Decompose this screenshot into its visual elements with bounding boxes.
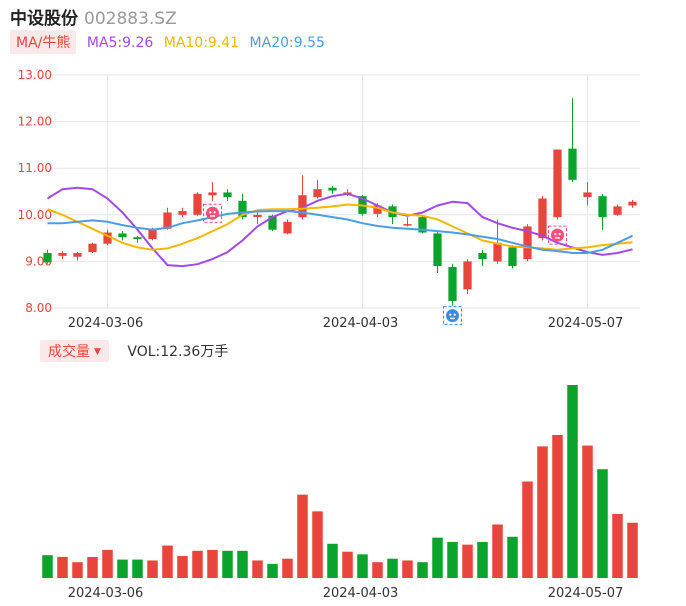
bull-face-icon bbox=[203, 203, 222, 223]
price-time-label: 2024-05-07 bbox=[548, 316, 624, 331]
volume-bar bbox=[342, 551, 353, 578]
volume-bar bbox=[417, 562, 428, 578]
bear-face-icon bbox=[443, 306, 462, 326]
volume-bar bbox=[477, 542, 488, 578]
volume-bar bbox=[627, 522, 638, 578]
volume-time-label: 2024-03-06 bbox=[68, 586, 144, 601]
volume-bar bbox=[282, 558, 293, 578]
candle-body bbox=[583, 192, 592, 198]
volume-bar bbox=[582, 445, 593, 578]
volume-bar bbox=[102, 549, 113, 578]
price-time-label: 2024-03-06 bbox=[68, 316, 144, 331]
volume-bar bbox=[402, 560, 413, 578]
price-tick-label: 13.00 bbox=[18, 68, 52, 82]
candle-body bbox=[463, 261, 472, 290]
volume-bar bbox=[327, 543, 338, 578]
candle-body bbox=[208, 192, 217, 196]
candle-body bbox=[133, 237, 142, 240]
candle-body bbox=[328, 187, 337, 191]
volume-bar bbox=[132, 559, 143, 578]
candle-body bbox=[553, 149, 562, 218]
volume-bar bbox=[87, 556, 98, 578]
candle-body bbox=[223, 192, 232, 198]
volume-bar bbox=[552, 435, 563, 578]
volume-bar bbox=[117, 559, 128, 578]
volume-bar bbox=[252, 560, 263, 578]
price-time-label: 2024-04-03 bbox=[323, 316, 399, 331]
volume-bar bbox=[312, 511, 323, 578]
price-tick-label: 8.00 bbox=[25, 301, 52, 315]
volume-bar bbox=[57, 556, 68, 578]
volume-bar bbox=[207, 549, 218, 578]
volume-bar bbox=[597, 469, 608, 578]
volume-bar bbox=[537, 446, 548, 578]
volume-bar bbox=[177, 556, 188, 578]
volume-bar bbox=[522, 481, 533, 578]
price-tick-label: 12.00 bbox=[18, 115, 52, 129]
volume-bar bbox=[162, 545, 173, 578]
candle-body bbox=[493, 242, 502, 262]
candle-body bbox=[433, 233, 442, 267]
volume-bar bbox=[507, 536, 518, 578]
volume-bar bbox=[567, 385, 578, 578]
volume-bar bbox=[237, 550, 248, 578]
candle-body bbox=[193, 193, 202, 215]
candle-body bbox=[283, 221, 292, 234]
candle-body bbox=[88, 243, 97, 253]
volume-time-label: 2024-05-07 bbox=[548, 586, 624, 601]
candle-body bbox=[313, 189, 322, 198]
volume-bar bbox=[372, 562, 383, 578]
price-tick-label: 10.00 bbox=[18, 208, 52, 222]
candle-body bbox=[43, 253, 52, 263]
volume-bar bbox=[447, 542, 458, 578]
volume-bar bbox=[222, 550, 233, 578]
price-volume-chart: 13.0012.0011.0010.009.008.002024-03-06 20… bbox=[18, 68, 640, 601]
volume-time-label: 2024-04-03 bbox=[323, 586, 399, 601]
bull-face-icon bbox=[548, 225, 567, 245]
volume-bar bbox=[492, 524, 503, 578]
candle-body bbox=[118, 233, 127, 238]
volume-bar bbox=[612, 513, 623, 578]
candle-body bbox=[538, 198, 547, 239]
candle-body bbox=[73, 253, 82, 257]
volume-bar bbox=[42, 555, 53, 578]
volume-bar bbox=[432, 537, 443, 578]
candle-body bbox=[598, 196, 607, 218]
volume-bar bbox=[267, 563, 278, 578]
volume-bar bbox=[72, 562, 83, 578]
price-tick-label: 11.00 bbox=[18, 161, 52, 175]
volume-bar bbox=[462, 544, 473, 578]
volume-bar bbox=[147, 560, 158, 578]
candle-body bbox=[613, 206, 622, 215]
volume-bar bbox=[297, 494, 308, 578]
volume-bar bbox=[387, 558, 398, 578]
candle-body bbox=[508, 247, 517, 267]
candle-body bbox=[403, 224, 412, 226]
candle-body bbox=[58, 253, 67, 256]
candle-body bbox=[568, 148, 577, 180]
volume-bar bbox=[192, 550, 203, 578]
candle-body bbox=[478, 253, 487, 260]
candle-body bbox=[448, 266, 457, 302]
volume-bar bbox=[357, 554, 368, 578]
candle-body bbox=[178, 211, 187, 215]
candle-body bbox=[628, 201, 637, 206]
candle-body bbox=[253, 214, 262, 218]
